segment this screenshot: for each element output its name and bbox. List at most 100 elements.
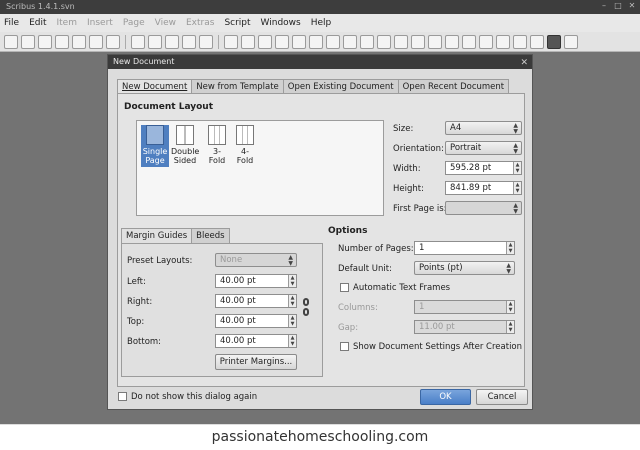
first-page-select[interactable]: ▲ ▼ (445, 201, 522, 215)
link-frames-icon[interactable] (462, 34, 476, 49)
show-settings-checkbox[interactable] (340, 342, 349, 351)
polygon-icon[interactable] (326, 34, 340, 49)
minimize-icon[interactable]: – (600, 2, 608, 10)
auto-text-frames-checkbox[interactable] (340, 283, 349, 292)
unlink-frames-icon[interactable] (479, 34, 493, 49)
pdf-export-icon[interactable] (106, 34, 120, 49)
layout-label: Sided (173, 156, 197, 165)
chain-link-icon[interactable] (303, 298, 310, 318)
close-icon[interactable]: ✕ (520, 56, 528, 70)
spinner-icon[interactable]: ▲ ▼ (513, 182, 521, 194)
size-select[interactable]: A4 ▲ ▼ (445, 121, 522, 135)
print-icon[interactable] (72, 34, 86, 49)
menu-item[interactable]: Item (57, 18, 78, 28)
copy-properties-icon[interactable] (513, 34, 527, 49)
menu-file[interactable]: File (4, 18, 19, 28)
pdf-annotation-icon[interactable] (564, 34, 578, 49)
layout-double-sided[interactable]: Double Sided (171, 125, 199, 165)
redo-icon[interactable] (148, 34, 162, 49)
menu-extras[interactable]: Extras (186, 18, 214, 28)
right-margin-input[interactable]: 40.00 pt ▲ ▼ (215, 294, 297, 308)
preset-value: None (220, 255, 243, 265)
image-frame-icon[interactable] (258, 34, 272, 49)
left-margin-label: Left: (127, 277, 146, 287)
top-margin-input[interactable]: 40.00 pt ▲ ▼ (215, 314, 297, 328)
layout-chooser: Single Page Double Sided 3- Fold 4- Fold (136, 120, 384, 216)
menu-windows[interactable]: Windows (261, 18, 301, 28)
size-label: Size: (393, 124, 414, 134)
app-title: Scribus 1.4.1.svn (6, 2, 75, 11)
preflight-icon[interactable] (89, 34, 103, 49)
spinner-icon[interactable]: ▲ ▼ (288, 315, 296, 327)
dialog-title: New Document (113, 57, 175, 66)
render-frame-icon[interactable] (275, 34, 289, 49)
text-frame-icon[interactable] (241, 34, 255, 49)
select-icon[interactable] (224, 34, 238, 49)
layout-4-fold[interactable]: 4- Fold (231, 125, 259, 165)
gap-input[interactable]: 11.00 pt ▲ ▼ (414, 320, 515, 334)
printer-margins-button[interactable]: Printer Margins... (215, 354, 297, 370)
line-icon[interactable] (360, 34, 374, 49)
left-margin-input[interactable]: 40.00 pt ▲ ▼ (215, 274, 297, 288)
layout-3-fold[interactable]: 3- Fold (203, 125, 231, 165)
spinner-icon[interactable]: ▲ ▼ (506, 242, 514, 254)
cancel-button[interactable]: Cancel (476, 389, 528, 405)
freehand-icon[interactable] (394, 34, 408, 49)
three-fold-icon (208, 125, 226, 145)
height-input[interactable]: 841.89 pt ▲ ▼ (445, 181, 522, 195)
chevron-updown-icon: ▲ ▼ (513, 202, 518, 215)
measure-icon[interactable] (496, 34, 510, 49)
shape-icon[interactable] (309, 34, 323, 49)
menu-view[interactable]: View (155, 18, 176, 28)
save-icon[interactable] (38, 34, 52, 49)
default-unit-select[interactable]: Points (pt) ▲ ▼ (414, 261, 515, 275)
new-document-icon[interactable] (4, 34, 18, 49)
width-input[interactable]: 595.28 pt ▲ ▼ (445, 161, 522, 175)
ok-button[interactable]: OK (420, 389, 471, 405)
bottom-margin-input[interactable]: 40.00 pt ▲ ▼ (215, 334, 297, 348)
tab-margin-guides[interactable]: Margin Guides (121, 228, 193, 244)
tab-new-from-template[interactable]: New from Template (191, 79, 284, 93)
maximize-icon[interactable]: □ (614, 2, 622, 10)
preset-layouts-select[interactable]: None ▲ ▼ (215, 253, 297, 267)
tab-open-recent[interactable]: Open Recent Document (397, 79, 510, 93)
spinner-icon[interactable]: ▲ ▼ (513, 162, 521, 174)
cut-icon[interactable] (165, 34, 179, 49)
spinner-icon[interactable]: ▲ ▼ (288, 295, 296, 307)
columns-input[interactable]: 1 ▲ ▼ (414, 300, 515, 314)
open-folder-icon[interactable] (21, 34, 35, 49)
tab-open-existing[interactable]: Open Existing Document (282, 79, 399, 93)
edit-text-icon[interactable] (445, 34, 459, 49)
watermark-footer: passionatehomeschooling.com (0, 424, 640, 450)
spinner-icon[interactable]: ▲ ▼ (288, 275, 296, 287)
dont-show-checkbox[interactable] (118, 392, 127, 401)
orientation-select[interactable]: Portrait ▲ ▼ (445, 141, 522, 155)
layout-single-page[interactable]: Single Page (141, 125, 169, 167)
menu-help[interactable]: Help (311, 18, 332, 28)
spinner-icon[interactable]: ▲ ▼ (288, 335, 296, 347)
eyedropper-icon[interactable] (530, 34, 544, 49)
table-icon[interactable] (292, 34, 306, 49)
paste-icon[interactable] (199, 34, 213, 49)
menu-insert[interactable]: Insert (87, 18, 113, 28)
tab-new-document[interactable]: New Document (117, 79, 193, 94)
layout-label: Fold (236, 156, 254, 165)
menu-page[interactable]: Page (123, 18, 145, 28)
arc-icon[interactable] (343, 34, 357, 49)
toolbar-separator (218, 34, 219, 49)
menu-edit[interactable]: Edit (29, 18, 46, 28)
spinner-icon[interactable]: ▲ ▼ (506, 321, 514, 333)
num-pages-input[interactable]: 1 ▲ ▼ (414, 241, 515, 255)
menubar: File Edit Item Insert Page View Extras S… (0, 14, 640, 32)
close-document-icon[interactable] (55, 34, 69, 49)
copy-icon[interactable] (182, 34, 196, 49)
close-icon[interactable]: ✕ (628, 2, 636, 10)
zoom-icon[interactable] (428, 34, 442, 49)
tab-bleeds[interactable]: Bleeds (191, 228, 230, 244)
bezier-icon[interactable] (377, 34, 391, 49)
rotate-icon[interactable] (411, 34, 425, 49)
undo-icon[interactable] (131, 34, 145, 49)
menu-script[interactable]: Script (224, 18, 250, 28)
spinner-icon[interactable]: ▲ ▼ (506, 301, 514, 313)
pdf-field-icon[interactable] (547, 34, 561, 49)
